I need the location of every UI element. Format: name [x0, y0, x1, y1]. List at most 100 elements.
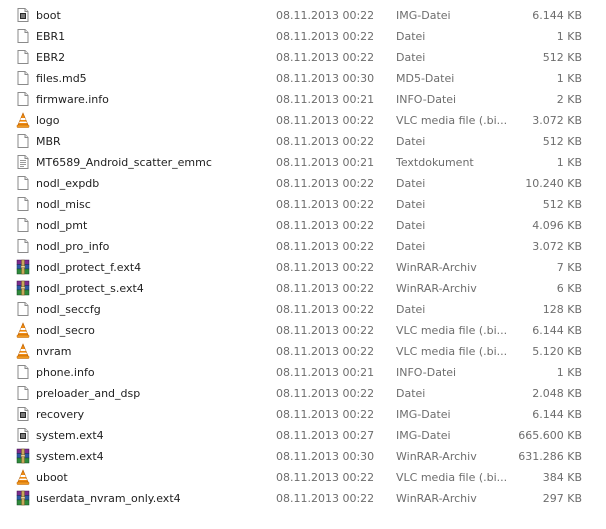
file-row[interactable]: nodl_secro 08.11.2013 00:22 VLC media fi… — [0, 320, 606, 341]
file-name: files.md5 — [36, 72, 87, 85]
file-size: 2 KB — [556, 93, 582, 106]
file-row[interactable]: EBR2 08.11.2013 00:22 Datei 512 KB — [0, 47, 606, 68]
file-date-modified: 08.11.2013 00:22 — [276, 51, 375, 64]
file-type: IMG-Datei — [396, 429, 451, 442]
file-row[interactable]: firmware.info 08.11.2013 00:21 INFO-Date… — [0, 89, 606, 110]
file-name: userdata_nvram_only.ext4 — [36, 492, 181, 505]
blank-file-icon — [15, 133, 31, 149]
file-name: nodl_secro — [36, 324, 95, 337]
file-row[interactable]: MT6589_Android_scatter_emmc 08.11.2013 0… — [0, 152, 606, 173]
file-name: MBR — [36, 135, 61, 148]
file-name: uboot — [36, 471, 68, 484]
file-date-modified: 08.11.2013 00:21 — [276, 93, 375, 106]
file-row[interactable]: system.ext4 08.11.2013 00:30 WinRAR-Arch… — [0, 446, 606, 467]
file-name: nodl_pmt — [36, 219, 88, 232]
file-size: 10.240 KB — [525, 177, 582, 190]
file-row[interactable]: nodl_protect_f.ext4 08.11.2013 00:22 Win… — [0, 257, 606, 278]
file-row[interactable]: files.md5 08.11.2013 00:30 MD5-Datei 1 K… — [0, 68, 606, 89]
file-date-modified: 08.11.2013 00:22 — [276, 492, 375, 505]
file-size: 631.286 KB — [518, 450, 582, 463]
file-row[interactable]: userdata_nvram_only.ext4 08.11.2013 00:2… — [0, 488, 606, 509]
file-size: 2.048 KB — [532, 387, 582, 400]
file-size: 665.600 KB — [518, 429, 582, 442]
file-row[interactable]: EBR1 08.11.2013 00:22 Datei 1 KB — [0, 26, 606, 47]
file-type: INFO-Datei — [396, 93, 457, 106]
file-row[interactable]: phone.info 08.11.2013 00:21 INFO-Datei 1… — [0, 362, 606, 383]
file-type: Datei — [396, 303, 426, 316]
file-type: Datei — [396, 240, 426, 253]
winrar-icon — [15, 280, 31, 296]
file-type: INFO-Datei — [396, 366, 457, 379]
file-date-modified: 08.11.2013 00:22 — [276, 9, 375, 22]
file-row[interactable]: nodl_pmt 08.11.2013 00:22 Datei 4.096 KB — [0, 215, 606, 236]
file-row[interactable]: nodl_misc 08.11.2013 00:22 Datei 512 KB — [0, 194, 606, 215]
file-name: preloader_and_dsp — [36, 387, 141, 400]
winrar-icon — [15, 448, 31, 464]
file-name: MT6589_Android_scatter_emmc — [36, 156, 212, 169]
img-file-icon — [15, 427, 31, 443]
file-type: IMG-Datei — [396, 408, 451, 421]
file-row[interactable]: preloader_and_dsp 08.11.2013 00:22 Datei… — [0, 383, 606, 404]
file-date-modified: 08.11.2013 00:22 — [276, 261, 375, 274]
file-type: WinRAR-Archiv — [396, 450, 477, 463]
file-name: nodl_seccfg — [36, 303, 101, 316]
winrar-icon — [15, 490, 31, 506]
file-name: nodl_protect_s.ext4 — [36, 282, 144, 295]
file-name: phone.info — [36, 366, 95, 379]
file-size: 3.072 KB — [532, 114, 582, 127]
file-type: MD5-Datei — [396, 72, 455, 85]
file-size: 7 KB — [556, 261, 582, 274]
file-name: nodl_expdb — [36, 177, 100, 190]
file-type: VLC media file (.bi... — [396, 345, 506, 358]
file-row[interactable]: nodl_pro_info 08.11.2013 00:22 Datei 3.0… — [0, 236, 606, 257]
file-name: logo — [36, 114, 60, 127]
file-row[interactable]: nodl_seccfg 08.11.2013 00:22 Datei 128 K… — [0, 299, 606, 320]
file-size: 384 KB — [542, 471, 582, 484]
file-type: WinRAR-Archiv — [396, 492, 477, 505]
file-date-modified: 08.11.2013 00:22 — [276, 219, 375, 232]
file-type: Datei — [396, 177, 426, 190]
file-date-modified: 08.11.2013 00:22 — [276, 408, 375, 421]
file-name: recovery — [36, 408, 85, 421]
file-type: WinRAR-Archiv — [396, 282, 477, 295]
file-type: VLC media file (.bi... — [396, 471, 506, 484]
file-row[interactable]: nodl_expdb 08.11.2013 00:22 Datei 10.240… — [0, 173, 606, 194]
file-type: WinRAR-Archiv — [396, 261, 477, 274]
file-size: 1 KB — [556, 366, 582, 379]
file-name: nodl_protect_f.ext4 — [36, 261, 142, 274]
file-date-modified: 08.11.2013 00:21 — [276, 366, 375, 379]
file-size: 6.144 KB — [532, 408, 582, 421]
file-size: 512 KB — [542, 51, 582, 64]
file-date-modified: 08.11.2013 00:30 — [276, 450, 375, 463]
file-row[interactable]: nodl_protect_s.ext4 08.11.2013 00:22 Win… — [0, 278, 606, 299]
file-row[interactable]: uboot 08.11.2013 00:22 VLC media file (.… — [0, 467, 606, 488]
file-row[interactable]: recovery 08.11.2013 00:22 IMG-Datei 6.14… — [0, 404, 606, 425]
file-type: Datei — [396, 219, 426, 232]
file-date-modified: 08.11.2013 00:21 — [276, 156, 375, 169]
blank-file-icon — [15, 196, 31, 212]
file-type: Datei — [396, 387, 426, 400]
file-row[interactable]: system.ext4 08.11.2013 00:27 IMG-Datei 6… — [0, 425, 606, 446]
file-date-modified: 08.11.2013 00:22 — [276, 114, 375, 127]
winrar-icon — [15, 259, 31, 275]
file-date-modified: 08.11.2013 00:22 — [276, 345, 375, 358]
file-date-modified: 08.11.2013 00:22 — [276, 324, 375, 337]
file-date-modified: 08.11.2013 00:22 — [276, 303, 375, 316]
file-size: 6 KB — [556, 282, 582, 295]
file-size: 1 KB — [556, 156, 582, 169]
file-name: system.ext4 — [36, 450, 104, 463]
blank-file-icon — [15, 49, 31, 65]
img-file-icon — [15, 7, 31, 23]
file-type: Textdokument — [396, 156, 474, 169]
file-row[interactable]: boot 08.11.2013 00:22 IMG-Datei 6.144 KB — [0, 5, 606, 26]
blank-file-icon — [15, 238, 31, 254]
file-row[interactable]: logo 08.11.2013 00:22 VLC media file (.b… — [0, 110, 606, 131]
file-name: EBR1 — [36, 30, 66, 43]
file-type: Datei — [396, 51, 426, 64]
file-row[interactable]: nvram 08.11.2013 00:22 VLC media file (.… — [0, 341, 606, 362]
vlc-icon — [15, 322, 31, 338]
file-name: nodl_pro_info — [36, 240, 110, 253]
file-row[interactable]: MBR 08.11.2013 00:22 Datei 512 KB — [0, 131, 606, 152]
blank-file-icon — [15, 301, 31, 317]
blank-file-icon — [15, 175, 31, 191]
